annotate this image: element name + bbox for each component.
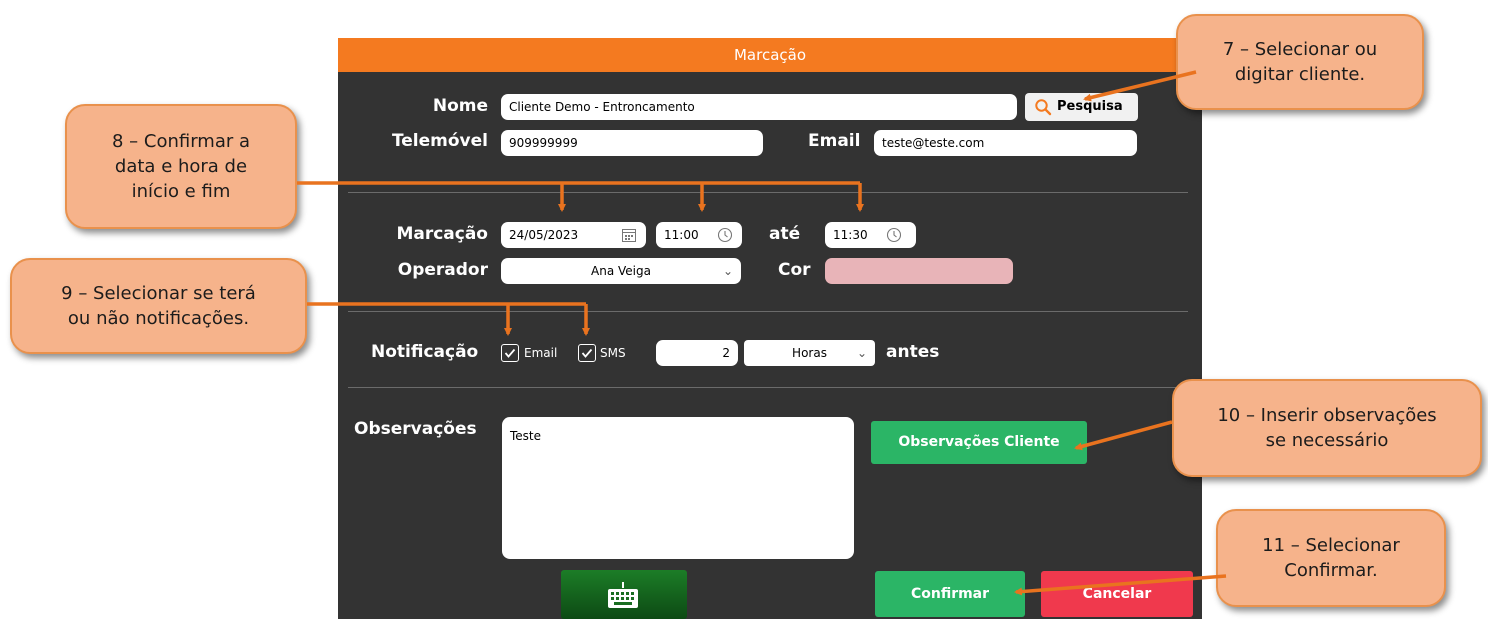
callout-step-7: 7 – Selecionar ou digitar cliente. <box>1176 14 1424 110</box>
cancel-button[interactable]: Cancelar <box>1041 571 1193 617</box>
date-input[interactable]: 24/05/2023 <box>501 222 646 248</box>
start-time-input[interactable]: 11:00 <box>656 222 742 248</box>
separator <box>348 311 1188 312</box>
calendar-icon[interactable] <box>621 227 637 243</box>
callout-text: 9 – Selecionar se terá ou não notificaçõ… <box>61 283 256 329</box>
schedule-label: Marcação <box>396 224 488 244</box>
sms-notification-checkbox[interactable] <box>578 344 596 362</box>
notification-label: Notificação <box>371 342 479 362</box>
phone-input[interactable]: 909999999 <box>501 130 763 156</box>
notification-unit-select[interactable]: Horas ⌄ <box>744 340 875 366</box>
end-time-value: 11:30 <box>833 228 868 242</box>
notes-textarea[interactable]: Teste <box>502 417 854 559</box>
search-button[interactable]: Pesquisa <box>1025 93 1138 121</box>
client-name-input[interactable]: Cliente Demo - Entroncamento <box>501 94 1017 120</box>
until-label: até <box>769 224 801 244</box>
callout-step-8: 8 – Confirmar a data e hora de início e … <box>65 104 297 229</box>
email-input[interactable]: teste@teste.com <box>874 130 1137 156</box>
check-icon <box>504 348 516 358</box>
before-label: antes <box>886 342 940 362</box>
chevron-down-icon: ⌄ <box>722 264 733 278</box>
name-label: Nome <box>432 96 488 116</box>
date-value: 24/05/2023 <box>509 228 579 242</box>
keyboard-button[interactable] <box>561 570 687 619</box>
operator-select[interactable]: Ana Veiga ⌄ <box>501 258 741 284</box>
operator-value: Ana Veiga <box>591 264 651 278</box>
start-time-value: 11:00 <box>664 228 699 242</box>
notes-label: Observações <box>354 419 477 439</box>
clock-icon[interactable] <box>886 227 902 243</box>
callout-text: 8 – Confirmar a data e hora de início e … <box>111 131 251 202</box>
chevron-down-icon: ⌄ <box>856 346 867 360</box>
client-notes-button[interactable]: Observações Cliente <box>871 421 1087 464</box>
dialog-title: Marcação <box>338 38 1202 72</box>
search-button-label: Pesquisa <box>1057 99 1123 114</box>
callout-text: 10 – Inserir observações se necessário <box>1217 405 1437 451</box>
notification-amount-input[interactable]: 2 <box>656 340 738 366</box>
separator <box>348 387 1188 388</box>
appointment-dialog: Marcação Nome Cliente Demo - Entroncamen… <box>338 38 1202 619</box>
email-label: Email <box>808 131 861 151</box>
callout-text: 11 – Selecionar Confirmar. <box>1262 535 1400 581</box>
search-icon <box>1035 99 1052 116</box>
sms-notification-label: SMS <box>600 346 626 360</box>
keyboard-icon <box>608 582 638 608</box>
callout-step-11: 11 – Selecionar Confirmar. <box>1216 509 1446 607</box>
email-notification-label: Email <box>524 346 558 360</box>
color-label: Cor <box>778 260 811 280</box>
notification-unit-value: Horas <box>792 346 827 360</box>
callout-text: 7 – Selecionar ou digitar cliente. <box>1222 39 1378 85</box>
phone-label: Telemóvel <box>391 131 488 151</box>
check-icon <box>581 348 593 358</box>
operator-label: Operador <box>397 260 488 280</box>
end-time-input[interactable]: 11:30 <box>825 222 916 248</box>
clock-icon[interactable] <box>717 227 733 243</box>
email-notification-checkbox[interactable] <box>501 344 519 362</box>
separator <box>348 192 1188 193</box>
color-picker[interactable] <box>825 258 1013 284</box>
callout-step-10: 10 – Inserir observações se necessário <box>1172 379 1482 477</box>
confirm-button[interactable]: Confirmar <box>875 571 1025 617</box>
callout-step-9: 9 – Selecionar se terá ou não notificaçõ… <box>10 258 307 354</box>
